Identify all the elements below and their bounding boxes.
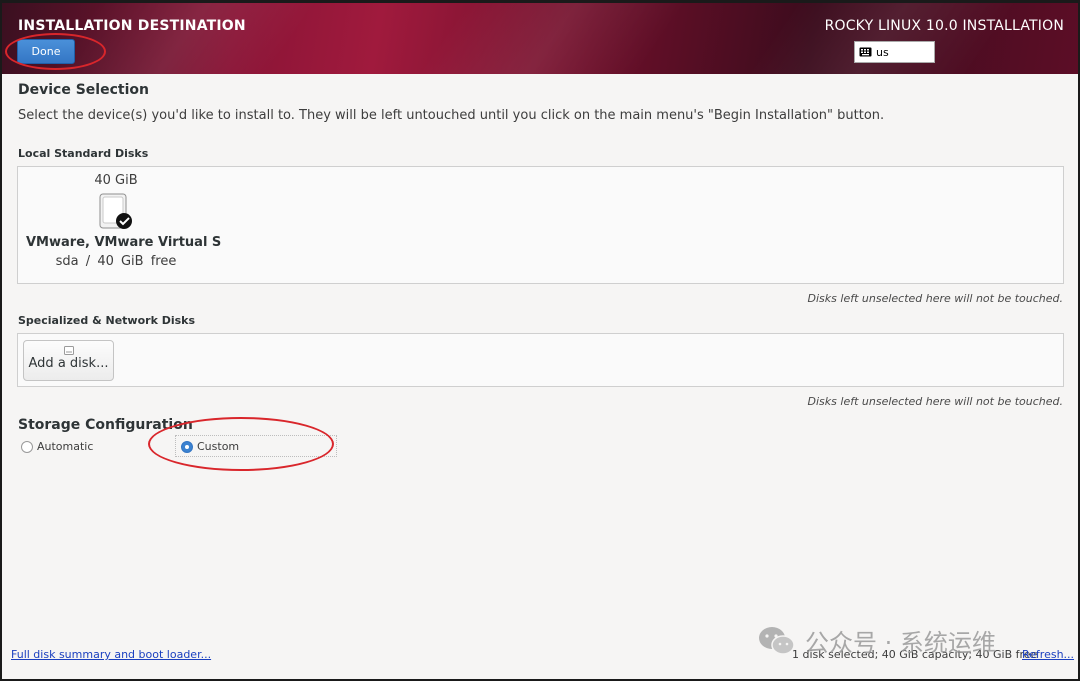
watermark: 公众号 · 系统运维 <box>757 623 996 658</box>
disk-free: 40 GiB free <box>97 254 177 269</box>
full-disk-summary-link[interactable]: Full disk summary and boot loader... <box>11 648 211 661</box>
network-disks-note: Disks left unselected here will not be t… <box>807 395 1063 408</box>
add-disk-label: Add a disk... <box>28 356 109 371</box>
product-title: ROCKY LINUX 10.0 INSTALLATION <box>824 18 1064 34</box>
radio-automatic-indicator[interactable] <box>21 440 33 453</box>
disk-size: 40 GiB <box>94 173 138 188</box>
radio-automatic[interactable]: Automatic <box>21 440 93 453</box>
page-title: INSTALLATION DESTINATION <box>18 18 246 34</box>
network-disks-heading: Specialized & Network Disks <box>18 314 196 327</box>
radio-custom-indicator[interactable] <box>181 440 193 453</box>
refresh-link[interactable]: Refresh... <box>1022 648 1074 661</box>
keyboard-layout-label: us <box>876 45 889 59</box>
disk-add-icon <box>63 346 74 355</box>
radio-automatic-label: Automatic <box>37 440 94 453</box>
keyboard-layout-indicator[interactable]: us <box>854 41 935 63</box>
disk-separator: / <box>85 254 91 269</box>
hard-disk-selected-icon <box>98 192 134 232</box>
done-button[interactable]: Done <box>17 39 75 64</box>
local-disks-note: Disks left unselected here will not be t… <box>807 292 1063 305</box>
disk-info: sda / 40 GiB free <box>26 254 206 269</box>
local-disks-heading: Local Standard Disks <box>18 147 149 160</box>
radio-custom-label: Custom <box>197 440 240 453</box>
disk-device: sda <box>55 254 79 269</box>
storage-config-heading: Storage Configuration <box>18 417 193 433</box>
device-selection-heading: Device Selection <box>18 82 149 98</box>
disk-name: VMware, VMware Virtual S <box>26 235 222 250</box>
installer-window: INSTALLATION DESTINATION ROCKY LINUX 10.… <box>2 3 1078 679</box>
device-selection-description: Select the device(s) you'd like to insta… <box>18 108 885 123</box>
network-disks-panel: Add a disk... <box>17 333 1064 387</box>
wechat-logo-icon <box>759 626 795 655</box>
keyboard-icon <box>859 47 872 57</box>
header-bar: INSTALLATION DESTINATION ROCKY LINUX 10.… <box>2 3 1078 74</box>
radio-custom[interactable]: Custom <box>181 440 239 453</box>
add-disk-button[interactable]: Add a disk... <box>23 340 114 381</box>
local-disks-panel: 40 GiB VMware, VMware Virtual S sda / 40… <box>17 166 1064 284</box>
disk-sda[interactable]: 40 GiB VMware, VMware Virtual S sda / 40… <box>26 173 222 269</box>
watermark-text: 公众号 · 系统运维 <box>805 629 996 657</box>
